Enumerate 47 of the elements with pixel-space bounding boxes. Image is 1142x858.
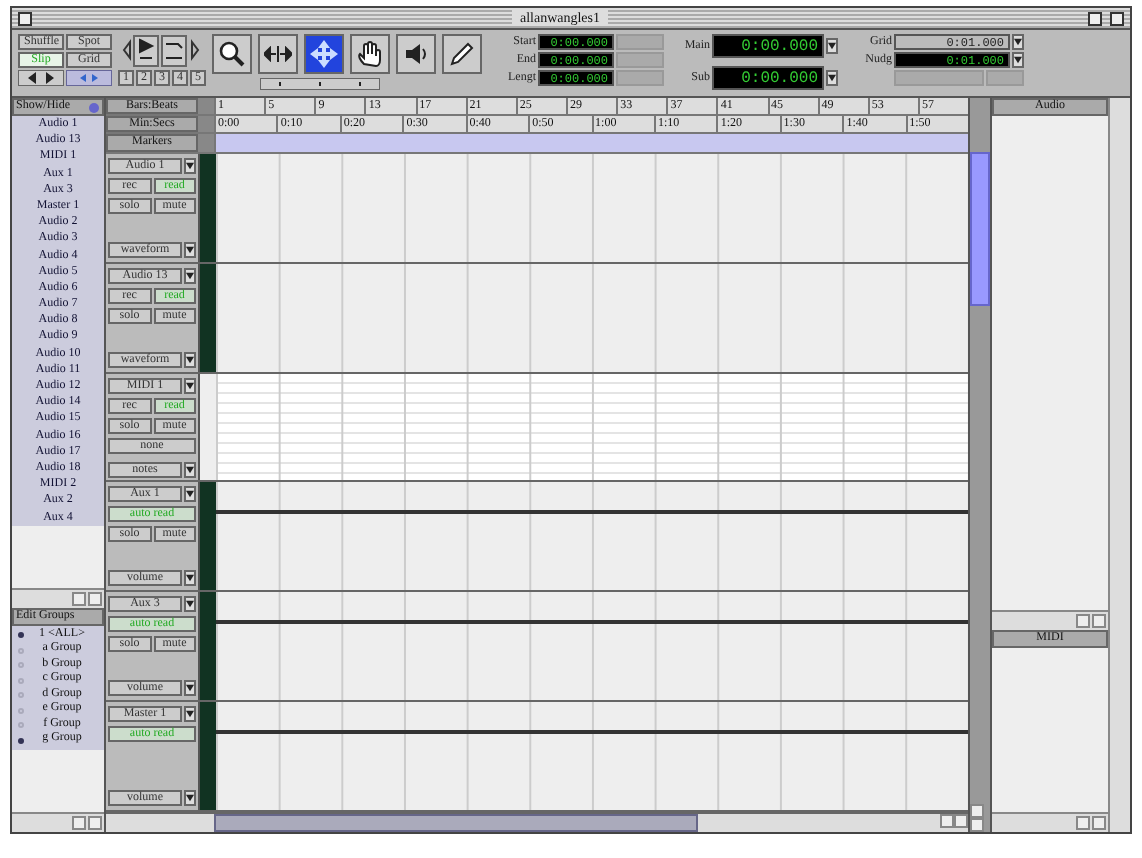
scroll-thumb[interactable] <box>970 152 990 306</box>
dropdown-arrow-icon[interactable] <box>1012 52 1024 68</box>
scroll-bar[interactable] <box>1108 98 1130 832</box>
counter-field: 0:00.000 <box>712 66 824 90</box>
pencil-icon <box>450 42 474 66</box>
dropdown-arrow-icon[interactable] <box>184 706 196 723</box>
dropdown-arrow-icon[interactable] <box>184 789 196 806</box>
dropdown-arrow-icon[interactable] <box>1012 34 1024 50</box>
level-meter <box>198 154 216 262</box>
tool-button[interactable] <box>442 34 482 74</box>
dropdown-arrow-icon[interactable] <box>184 461 196 478</box>
zoom-box[interactable] <box>1087 11 1102 25</box>
level-meter <box>198 592 216 701</box>
dropdown-arrow-icon[interactable] <box>184 158 196 174</box>
level-meter <box>198 263 216 372</box>
dropdown-arrow-icon[interactable] <box>826 38 838 54</box>
link-arrows-icon[interactable] <box>18 70 64 86</box>
dropdown-arrow-icon[interactable] <box>826 70 838 86</box>
close-box[interactable] <box>18 11 32 25</box>
dropdown-arrow-icon[interactable] <box>184 570 196 587</box>
volume-line[interactable] <box>216 509 968 514</box>
tool-button[interactable] <box>212 34 252 74</box>
scroll-bar-icon[interactable] <box>260 78 380 90</box>
hand-icon <box>356 40 384 68</box>
level-meter <box>198 482 216 591</box>
dropdown-arrow-icon[interactable] <box>184 241 196 258</box>
magnifier-icon <box>218 40 246 68</box>
dropdown-arrow-icon[interactable] <box>184 377 196 394</box>
dropdown-arrow-icon[interactable] <box>184 351 196 368</box>
dropdown-arrow-icon[interactable] <box>184 596 196 613</box>
level-meter <box>198 373 216 481</box>
volume-line[interactable] <box>216 729 968 734</box>
tool-button[interactable] <box>396 34 436 74</box>
collapse-box[interactable] <box>1109 11 1124 25</box>
volume-line[interactable] <box>216 619 968 624</box>
marker-strip[interactable] <box>214 134 968 152</box>
level-meter <box>198 702 216 810</box>
counter-field: 0:00.000 <box>712 34 824 58</box>
dropdown-arrow-icon[interactable] <box>184 680 196 697</box>
dropdown-arrow-icon[interactable] <box>184 486 196 503</box>
trim-arrows-icon <box>264 46 292 62</box>
selector-icon <box>310 40 338 68</box>
tool-button[interactable] <box>350 34 390 74</box>
tool-button[interactable] <box>258 34 298 74</box>
dropdown-arrow-icon[interactable] <box>184 267 196 284</box>
scroll-thumb[interactable] <box>214 813 698 832</box>
speaker-icon <box>404 42 428 66</box>
